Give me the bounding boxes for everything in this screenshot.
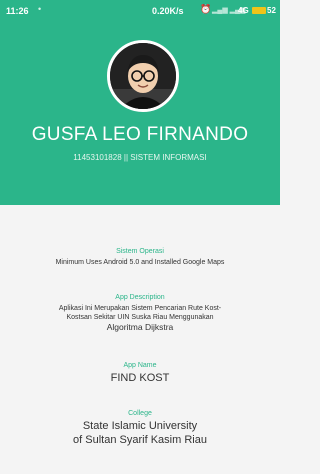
description-line-2: Kostsan Sekitar UIN Suska Riau Menggunak… <box>66 314 214 321</box>
college-line-1: State Islamic University <box>82 420 198 432</box>
profile-name: GUSFA LEO FIRNANDO <box>31 124 249 145</box>
description-line-1: Aplikasi Ini Merupakan Sistem Pencarian … <box>58 305 222 312</box>
os-section: Sistem Operasi Minimum Uses Android 5.0 … <box>0 248 280 267</box>
status-bar: 11:26 • 0.20K/s ⏰ ▂▄▆ ▂▄▆ 4G 52 <box>0 0 280 22</box>
app-name-value: FIND KOST <box>110 372 170 384</box>
app-name-section: App Name FIND KOST <box>0 362 280 385</box>
network-type: 4G <box>238 6 249 15</box>
college-label: College <box>128 410 152 417</box>
profile-subtitle: 11453101828 || SISTEM INFORMASI <box>73 153 207 162</box>
alarm-icon: ⏰ <box>200 4 212 14</box>
notification-icon: • <box>38 4 42 14</box>
college-section: College State Islamic University of Sult… <box>0 410 280 447</box>
battery-icon <box>252 7 266 14</box>
college-line-2: of Sultan Syarif Kasim Riau <box>73 434 207 446</box>
network-speed: 0.20K/s <box>152 6 184 16</box>
app-name-label: App Name <box>123 362 157 369</box>
status-time: 11:26 <box>6 6 29 16</box>
person-avatar-icon <box>110 43 176 109</box>
profile-header: 11:26 • 0.20K/s ⏰ ▂▄▆ ▂▄▆ 4G 52 GUSFA LE… <box>0 0 280 205</box>
os-value: Minimum Uses Android 5.0 and Installed G… <box>55 259 225 266</box>
avatar <box>107 40 179 112</box>
description-section: App Description Aplikasi Ini Merupakan S… <box>0 294 280 332</box>
os-label: Sistem Operasi <box>116 248 164 255</box>
description-label: App Description <box>115 294 165 301</box>
battery-level: 52 <box>267 6 276 15</box>
description-line-3: Algoritma Dijkstra <box>106 322 174 332</box>
